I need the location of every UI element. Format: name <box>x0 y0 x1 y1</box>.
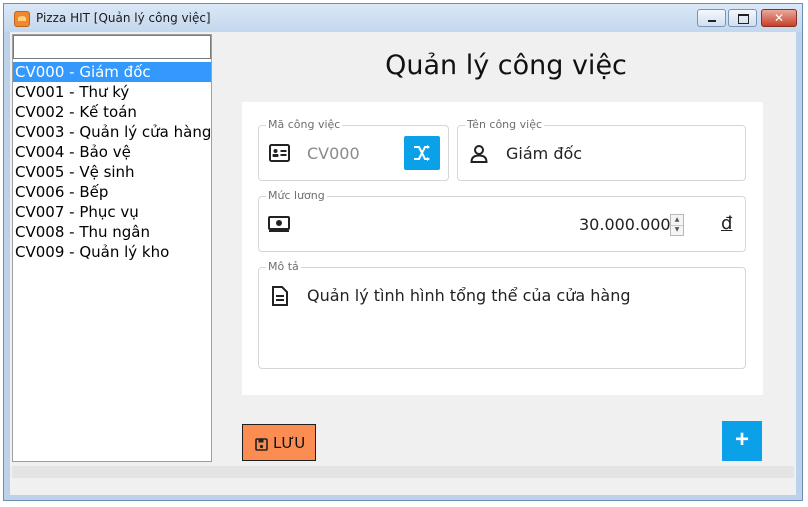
minimize-button[interactable] <box>697 9 726 27</box>
job-sidebar: CV000 - Giám đốc CV001 - Thư ký CV002 - … <box>12 34 212 462</box>
job-name-value[interactable]: Giám đốc <box>506 144 582 163</box>
title-bar[interactable]: Pizza HIT [Quản lý công việc] ✕ <box>4 4 802 32</box>
job-list-item[interactable]: CV008 - Thu ngân <box>13 222 211 242</box>
job-list: CV000 - Giám đốc CV001 - Thư ký CV002 - … <box>13 62 211 262</box>
job-code-value: CV000 <box>307 144 360 163</box>
job-code-field: Mã công việc CV000 <box>258 118 449 181</box>
job-list-item[interactable]: CV006 - Bếp <box>13 182 211 202</box>
job-list-item[interactable]: CV001 - Thư ký <box>13 82 211 102</box>
app-window: Pizza HIT [Quản lý công việc] ✕ CV000 - … <box>3 3 803 501</box>
job-list-item[interactable]: CV009 - Quản lý kho <box>13 242 211 262</box>
job-name-label: Tên công việc <box>465 118 545 131</box>
plus-icon: + <box>734 426 749 453</box>
save-label: LƯU <box>273 434 306 452</box>
job-name-field[interactable]: Tên công việc Giám đốc <box>457 118 746 181</box>
job-list-item[interactable]: CV002 - Kế toán <box>13 102 211 122</box>
description-value[interactable]: Quản lý tình hình tổng thể của cửa hàng <box>307 286 631 305</box>
maximize-button[interactable] <box>728 9 757 27</box>
person-icon <box>470 144 488 167</box>
window-client-area: CV000 - Giám đốc CV001 - Thư ký CV002 - … <box>10 32 796 495</box>
status-strip <box>12 466 794 478</box>
id-card-icon <box>269 144 290 166</box>
salary-spinner[interactable]: ▲ ▼ <box>670 214 684 236</box>
document-icon <box>272 286 288 310</box>
page-title: Quản lý công việc <box>385 50 627 81</box>
job-list-item[interactable]: CV004 - Bảo vệ <box>13 142 211 162</box>
money-icon <box>268 216 290 236</box>
shuffle-icon <box>413 144 431 166</box>
currency-symbol: đ <box>721 213 733 234</box>
description-field[interactable]: Mô tả Quản lý tình hình tổng thể của cửa… <box>258 260 746 369</box>
minimize-icon <box>708 20 716 22</box>
spinner-down-icon[interactable]: ▼ <box>671 225 683 235</box>
job-list-item[interactable]: CV003 - Quản lý cửa hàng <box>13 122 211 142</box>
add-job-button[interactable]: + <box>722 421 762 461</box>
salary-field: Mức lương 30.000.000 ▲ ▼ đ <box>258 189 746 252</box>
job-code-label: Mã công việc <box>266 118 343 131</box>
description-label: Mô tả <box>266 260 301 273</box>
close-button[interactable]: ✕ <box>761 9 797 27</box>
close-icon: ✕ <box>773 11 785 25</box>
salary-value[interactable]: 30.000.000 <box>579 215 671 234</box>
maximize-icon <box>738 14 749 24</box>
window-title: Pizza HIT [Quản lý công việc] <box>36 11 211 25</box>
job-list-item[interactable]: CV005 - Vệ sinh <box>13 162 211 182</box>
job-list-item[interactable]: CV000 - Giám đốc <box>13 62 211 82</box>
save-button[interactable]: LƯU <box>242 424 316 461</box>
floppy-disk-icon <box>255 437 268 455</box>
generate-code-button[interactable] <box>404 136 440 170</box>
job-form-card: Mã công việc CV000 Tên công việc Giám đố… <box>242 102 763 395</box>
pizza-app-icon <box>14 11 30 27</box>
job-list-item[interactable]: CV007 - Phục vụ <box>13 202 211 222</box>
salary-label: Mức lương <box>266 189 327 202</box>
job-search-input[interactable] <box>13 35 211 59</box>
